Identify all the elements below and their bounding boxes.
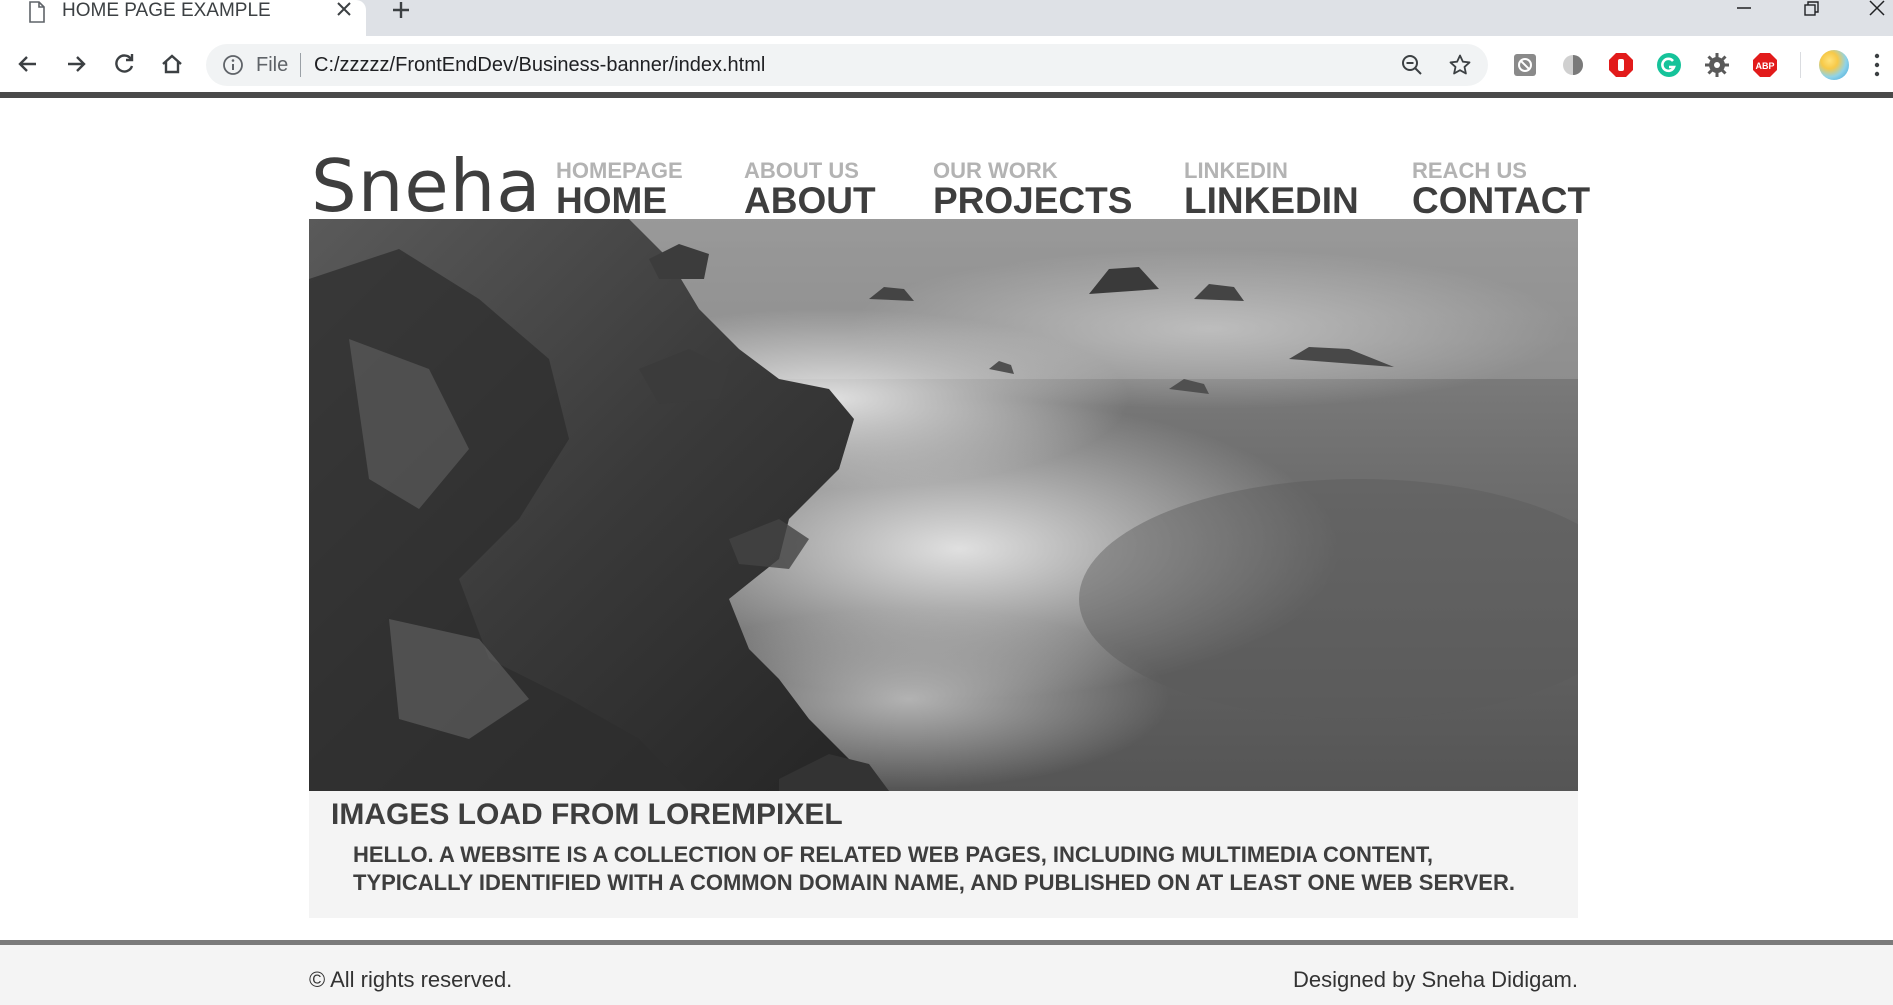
reload-icon[interactable] [110, 50, 138, 78]
nav-item-subtitle: LINKEDIN [1184, 158, 1288, 183]
restore-icon[interactable] [1800, 0, 1822, 18]
forward-arrow-icon[interactable] [62, 50, 90, 78]
site-footer: © All rights reserved. Designed by Sneha… [0, 945, 1893, 1005]
nav-item-subtitle: ABOUT US [744, 158, 859, 183]
omnibox-scheme-label: File [256, 54, 289, 76]
site-logo[interactable]: Sneha [311, 146, 541, 226]
nav-item-label: LINKEDIN [1184, 180, 1359, 221]
copyright-text: © All rights reserved. [309, 967, 513, 992]
new-tab-icon[interactable] [390, 0, 412, 22]
caption-title: IMAGES LOAD FROM LOREMPIXEL [331, 798, 843, 831]
document-icon [28, 1, 46, 23]
ghostery-icon[interactable] [1512, 52, 1538, 78]
hero-caption: IMAGES LOAD FROM LOREMPIXEL HELLO. A WEB… [309, 791, 1578, 918]
hero-image [309, 219, 1578, 791]
address-bar[interactable]: File C:/zzzzz/FrontEndDev/Business-banne… [206, 44, 1488, 86]
minimize-icon[interactable] [1733, 0, 1755, 18]
browser-tabstrip: HOME PAGE EXAMPLE [0, 0, 1893, 36]
nav-item-contact[interactable]: REACH US CONTACT [1412, 160, 1590, 220]
caption-body: HELLO. A WEBSITE IS A COLLECTION OF RELA… [353, 842, 1515, 895]
zoom-out-icon[interactable] [1400, 53, 1424, 77]
nav-item-label: PROJECTS [933, 180, 1133, 221]
adblock-label: ABP [1755, 61, 1774, 71]
designer-credit: Designed by Sneha Didigam. [1293, 967, 1578, 992]
nav-item-subtitle: OUR WORK [933, 158, 1058, 183]
web-page: Sneha HOMEPAGE HOME ABOUT US ABOUT OUR W… [0, 98, 1893, 1005]
nav-item-about[interactable]: ABOUT US ABOUT [744, 160, 876, 220]
gear-extension-icon[interactable] [1704, 52, 1730, 78]
nav-item-subtitle: HOMEPAGE [556, 158, 683, 183]
grammarly-icon[interactable] [1656, 52, 1682, 78]
browser-toolbar: File C:/zzzzz/FrontEndDev/Business-banne… [0, 36, 1893, 92]
nav-item-subtitle: REACH US [1412, 158, 1527, 183]
browser-tab[interactable]: HOME PAGE EXAMPLE [0, 0, 366, 36]
bookmark-star-icon[interactable] [1448, 53, 1472, 77]
nav-item-projects[interactable]: OUR WORK PROJECTS [933, 160, 1132, 220]
page-container: Sneha HOMEPAGE HOME ABOUT US ABOUT OUR W… [309, 98, 1590, 918]
nav-item-label: CONTACT [1412, 180, 1591, 221]
back-arrow-icon[interactable] [14, 50, 42, 78]
menu-dots-icon[interactable] [1871, 52, 1883, 78]
toolbar-divider [1800, 52, 1801, 78]
tab-title: HOME PAGE EXAMPLE [62, 0, 271, 21]
omnibox-divider [300, 53, 301, 77]
stop-hand-icon[interactable] [1608, 52, 1634, 78]
shade-icon[interactable] [1560, 52, 1586, 78]
close-window-icon[interactable] [1866, 0, 1888, 18]
nav-item-label: ABOUT [744, 180, 876, 221]
nav-item-linkedin[interactable]: LINKEDIN LINKEDIN [1184, 160, 1359, 220]
home-icon[interactable] [158, 50, 186, 78]
nav-item-label: HOME [556, 180, 667, 221]
profile-avatar[interactable] [1819, 50, 1849, 80]
info-icon[interactable] [222, 54, 244, 76]
nav-item-home[interactable]: HOMEPAGE HOME [556, 160, 683, 220]
url-text[interactable]: C:/zzzzz/FrontEndDev/Business-banner/ind… [314, 54, 765, 76]
close-tab-icon[interactable] [333, 0, 355, 22]
adblock-plus-icon[interactable]: ABP [1752, 52, 1778, 78]
